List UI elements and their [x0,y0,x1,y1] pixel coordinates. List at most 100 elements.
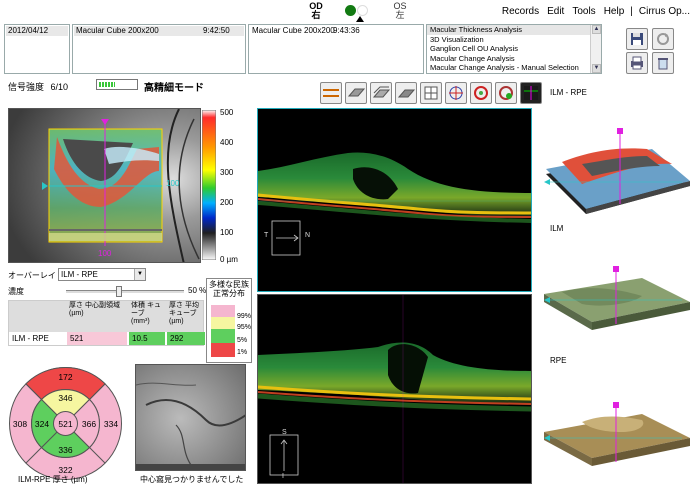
tool-slice2-button[interactable] [370,82,392,104]
bscan-image [258,295,531,483]
refresh-icon [657,33,669,45]
metrics-table: 厚さ 中心副領域 (µm) 体積 キューブ (mm³) 厚さ 平均 キューブ (… [8,300,205,346]
metrics-header-central: 厚さ 中心副領域 (µm) [69,302,120,317]
etdrs-inner-right: 366 [82,419,96,429]
etdrs-thickness-map: 521 346 324 366 336 172 308 334 322 [9,367,122,480]
table-row: ILM - RPE 521 10.5 292 [9,332,205,345]
view3d-rpe[interactable] [542,390,692,490]
fovea-not-found-caption: 中心窩見つかりませんでした [140,475,244,484]
menu-tools[interactable]: Tools [568,6,599,17]
etdrs-outer-left: 308 [13,419,27,429]
etdrs-inner-left: 324 [35,419,49,429]
view3d-rpe-label: RPE [550,356,567,365]
tool-layer-button[interactable] [320,82,342,104]
menu-edit[interactable]: Edit [543,6,568,17]
etdrs-caption: ILM-RPE 厚さ (µm) [18,475,88,484]
scroll-down-icon[interactable]: ▼ [592,64,601,73]
refresh-button[interactable] [652,28,674,50]
overlay-select[interactable]: ILM - RPE ▼ [58,268,146,281]
selected-eye-triangle-icon [356,16,364,22]
distribution-level: 95% [237,324,252,331]
analysis-list[interactable]: Macular Thickness Analysis 3D Visualizat… [426,24,602,74]
layer-lines-icon [323,89,339,97]
bscan2-bottom-label: I [282,473,284,480]
signal-strength-bar [96,79,138,90]
metrics-row-label: ILM - RPE [9,332,67,345]
slo-fundus-image[interactable] [135,364,246,471]
eye-selector[interactable]: OD 右 OS 左 [305,2,415,22]
od-indicator-dot[interactable] [345,5,356,16]
scan2-time: 9:43:36 [333,26,360,35]
tool-grid-button[interactable] [420,82,442,104]
colorbar-tick: 100 [220,228,234,237]
fundus-right-marker: 100 [166,179,180,188]
colorbar-tick: 300 [220,168,234,177]
crosshair-icon [449,86,463,100]
chevron-down-icon[interactable]: ▼ [134,269,145,280]
etdrs-inner-top: 346 [58,393,72,403]
os-indicator-dot[interactable] [357,5,368,16]
signal-strength-label: 信号強度 [8,82,45,92]
menu-help[interactable]: Help [600,6,629,17]
density-value: 50 % [188,286,207,295]
tool-slice3-button[interactable] [395,82,417,104]
normal-distribution-legend: 多様な民族 正常分布 99% 95% 5% 1% [206,278,252,363]
etdrs-outer-top: 172 [58,372,72,382]
horizontal-bscan[interactable]: T N [257,108,532,292]
tool-crosshair-button[interactable] [445,82,467,104]
colorbar-tick: 200 [220,198,234,207]
tool-target2-button[interactable] [495,82,517,104]
metrics-average-value: 292 [167,332,205,345]
menu-cirrus[interactable]: Cirrus Op... [635,6,694,17]
vertical-bscan[interactable]: S I [257,294,532,484]
scan1-name: Macular Cube 200x200 [76,26,159,35]
colorbar-tick: 500 [220,108,234,117]
exam-date: 2012/04/12 [8,26,49,35]
bscan2-top-label: S [282,429,287,436]
tool-fullscreen-button[interactable] [520,82,542,104]
overlay-value: ILM - RPE [61,270,98,279]
distribution-swatch [211,305,235,317]
top-bar: OD 右 OS 左 Records Edit Tools Help | Cirr… [0,0,700,24]
distribution-level: 1% [237,349,248,356]
view3d-ilm-rpe[interactable] [542,124,692,224]
analysis-item[interactable]: 3D Visualization [427,35,601,45]
metrics-volume-value: 10.5 [129,332,165,345]
signal-strength: 信号強度 6/10 [8,80,68,93]
tool-slice1-button[interactable] [345,82,367,104]
slo-image [136,365,245,470]
print-button[interactable] [626,52,648,74]
hd-mode-label: 高精細モード [144,83,204,94]
scan2-name: Macular Cube 200x200 [252,26,335,35]
analysis-scrollbar[interactable]: ▲ ▼ [590,25,601,73]
menu-records[interactable]: Records [498,6,543,17]
analysis-item[interactable]: Macular Change Analysis - Manual Selecti… [427,63,601,73]
slab-icon [372,86,390,98]
density-slider[interactable] [66,286,184,297]
analysis-item[interactable]: Macular Thickness Analysis [427,25,601,35]
etdrs-center: 521 [58,419,72,429]
view3d-ilm-rpe-label: ILM - RPE [550,88,587,97]
scan2-panel[interactable]: Macular Cube 200x200 9:43:36 [248,24,424,74]
menu-bar: Records Edit Tools Help | Cirrus Op... [498,6,694,17]
signal-strength-fill [99,82,115,87]
analysis-item[interactable]: Macular Change Analysis [427,54,601,64]
save-button[interactable] [626,28,648,50]
os-label[interactable]: OS 左 [391,2,409,20]
expand-scan-icon [524,86,538,100]
distribution-swatch [211,329,235,343]
analysis-item[interactable]: Ganglion Cell OU Analysis [427,44,601,54]
od-label[interactable]: OD 右 [307,2,325,20]
view3d-ilm[interactable] [542,254,692,354]
density-slider-thumb[interactable] [116,286,122,297]
delete-button[interactable] [652,52,674,74]
bscan-image [258,109,531,291]
exam-date-panel[interactable]: 2012/04/12 [4,24,70,74]
overlay-label: オーバーレイ [8,271,56,280]
slab-icon [347,88,365,97]
scan1-panel[interactable]: Macular Cube 200x200 9:42:50 [72,24,246,74]
etdrs-inner-bottom: 336 [58,445,72,455]
tool-target-button[interactable] [470,82,492,104]
trash-icon [658,58,668,70]
scroll-up-icon[interactable]: ▲ [592,25,601,34]
